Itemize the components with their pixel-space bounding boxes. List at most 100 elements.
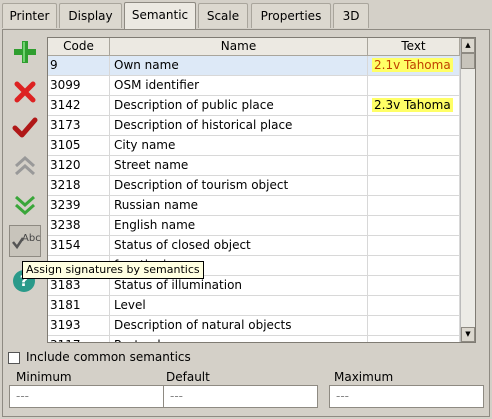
vertical-scrollbar[interactable]: ▲ ▼ xyxy=(460,38,475,342)
tab-semantic[interactable]: Semantic xyxy=(124,2,196,30)
name-cell[interactable]: Status of closed object xyxy=(110,236,368,256)
tab-properties[interactable]: Properties xyxy=(251,3,331,28)
table-row[interactable]: 3238 English name xyxy=(48,216,460,236)
double-chevron-up-icon xyxy=(15,155,35,176)
code-cell[interactable]: 3173 xyxy=(48,116,110,136)
code-cell[interactable]: 3193 xyxy=(48,316,110,336)
name-cell[interactable]: Description of tourism object xyxy=(110,176,368,196)
code-cell[interactable]: 3183 xyxy=(48,276,110,296)
tab-3d[interactable]: 3D xyxy=(333,3,369,28)
name-cell[interactable]: City name xyxy=(110,136,368,156)
name-cell[interactable]: Description of public place xyxy=(110,96,368,116)
text-cell[interactable] xyxy=(368,136,460,156)
default-field[interactable]: --- xyxy=(163,385,318,408)
scroll-up-arrow-icon[interactable]: ▲ xyxy=(461,38,475,53)
name-cell[interactable]: Street name xyxy=(110,156,368,176)
name-cell[interactable]: Description of historical place xyxy=(110,116,368,136)
text-cell[interactable] xyxy=(368,116,460,136)
table-row[interactable]: 3218 Description of tourism object xyxy=(48,176,460,196)
name-cell[interactable]: English name xyxy=(110,216,368,236)
table-row[interactable]: 3154 Status of closed object xyxy=(48,236,460,256)
table-row[interactable]: 3183 Status of illumination xyxy=(48,276,460,296)
code-cell[interactable]: 3181 xyxy=(48,296,110,316)
text-cell[interactable] xyxy=(368,76,460,96)
text-cell[interactable]: 2.3v Tahoma xyxy=(368,96,460,116)
code-cell[interactable]: 3117 xyxy=(48,336,110,342)
table-row[interactable]: 3117 Postcode xyxy=(48,336,460,342)
name-cell-text: Status of closed object xyxy=(114,238,251,252)
name-cell[interactable]: Description of natural objects xyxy=(110,316,368,336)
column-header-text[interactable]: Text xyxy=(368,38,460,56)
text-cell-text: 2.1v Tahoma xyxy=(372,58,453,72)
move-up-button[interactable] xyxy=(9,150,41,182)
table-row[interactable]: 3120 Street name xyxy=(48,156,460,176)
name-cell-text: Description of historical place xyxy=(114,118,293,132)
table-row[interactable]: 3181 Level xyxy=(48,296,460,316)
svg-text:Abc: Abc xyxy=(22,233,41,244)
text-cell[interactable] xyxy=(368,216,460,236)
scroll-down-arrow-icon[interactable]: ▼ xyxy=(461,327,475,342)
scroll-thumb[interactable] xyxy=(461,53,475,69)
table-row[interactable]: 3099 OSM identifier xyxy=(48,76,460,96)
tab-printer[interactable]: Printer xyxy=(2,3,57,28)
delete-semantic-button[interactable] xyxy=(9,76,41,108)
checkbox-box[interactable] xyxy=(8,351,20,364)
assign-signatures-button[interactable]: Abc xyxy=(9,225,41,257)
add-semantic-button[interactable] xyxy=(9,36,41,68)
code-cell-text: 3193 xyxy=(50,318,81,332)
text-cell[interactable] xyxy=(368,316,460,336)
code-cell-text: 3117 xyxy=(50,338,81,342)
name-cell[interactable]: Russian name xyxy=(110,196,368,216)
code-cell[interactable]: 3120 xyxy=(48,156,110,176)
code-cell[interactable]: 3105 xyxy=(48,136,110,156)
table-header: Code Name Text xyxy=(48,38,460,56)
text-cell[interactable]: 2.1v Tahoma xyxy=(368,56,460,76)
abc-signature-icon: Abc xyxy=(12,233,41,250)
table-row[interactable]: 3193 Description of natural objects xyxy=(48,316,460,336)
table-body: 9 Own name 2.1v Tahoma 3099 OSM identifier 31… xyxy=(48,56,460,342)
code-cell[interactable]: 3239 xyxy=(48,196,110,216)
column-header-code[interactable]: Code xyxy=(48,38,110,56)
name-cell-text: Description of tourism object xyxy=(114,178,289,192)
text-cell[interactable] xyxy=(368,296,460,316)
code-cell-text: 3183 xyxy=(50,278,81,292)
code-cell-text: 9 xyxy=(50,58,58,72)
minimum-field[interactable]: --- xyxy=(9,385,164,408)
column-header-name[interactable]: Name xyxy=(110,38,368,56)
table-row[interactable]: 3142 Description of public place 2.3v Taho… xyxy=(48,96,460,116)
text-cell[interactable] xyxy=(368,276,460,296)
name-cell[interactable]: Own name xyxy=(110,56,368,76)
apply-button[interactable] xyxy=(9,112,41,144)
text-cell[interactable] xyxy=(368,256,460,276)
name-cell[interactable]: Status of illumination xyxy=(110,276,368,296)
name-cell-text: Russian name xyxy=(114,198,199,212)
name-cell-text: OSM identifier xyxy=(114,78,200,92)
table-row[interactable]: 3239 Russian name xyxy=(48,196,460,216)
code-cell[interactable]: 3218 xyxy=(48,176,110,196)
semantics-table: Code Name Text 9 Own name 2.1v Tahoma 3099 O… xyxy=(47,37,476,343)
maximum-field[interactable]: --- xyxy=(329,385,484,408)
text-cell[interactable] xyxy=(368,176,460,196)
code-cell[interactable]: 3154 xyxy=(48,236,110,256)
code-cell[interactable]: 3099 xyxy=(48,76,110,96)
name-cell[interactable]: Level xyxy=(110,296,368,316)
text-cell[interactable] xyxy=(368,156,460,176)
text-cell[interactable] xyxy=(368,336,460,342)
table-row[interactable]: 3105 City name xyxy=(48,136,460,156)
code-cell-text: 3099 xyxy=(50,78,81,92)
table-row[interactable]: 3173 Description of historical place xyxy=(48,116,460,136)
text-cell[interactable] xyxy=(368,196,460,216)
tab-scale[interactable]: Scale xyxy=(198,3,248,28)
text-cell[interactable] xyxy=(368,236,460,256)
tab-display[interactable]: Display xyxy=(59,3,122,28)
table-row[interactable]: 9 Own name 2.1v Tahoma xyxy=(48,56,460,76)
include-common-semantics-checkbox[interactable]: Include common semantics xyxy=(8,349,191,365)
name-cell[interactable]: Postcode xyxy=(110,336,368,342)
code-cell[interactable]: 9 xyxy=(48,56,110,76)
move-down-button[interactable] xyxy=(9,188,41,220)
name-cell-text: City name xyxy=(114,138,176,152)
code-cell[interactable]: 3142 xyxy=(48,96,110,116)
code-cell[interactable]: 3238 xyxy=(48,216,110,236)
name-cell[interactable]: OSM identifier xyxy=(110,76,368,96)
code-cell-text: 3154 xyxy=(50,238,81,252)
